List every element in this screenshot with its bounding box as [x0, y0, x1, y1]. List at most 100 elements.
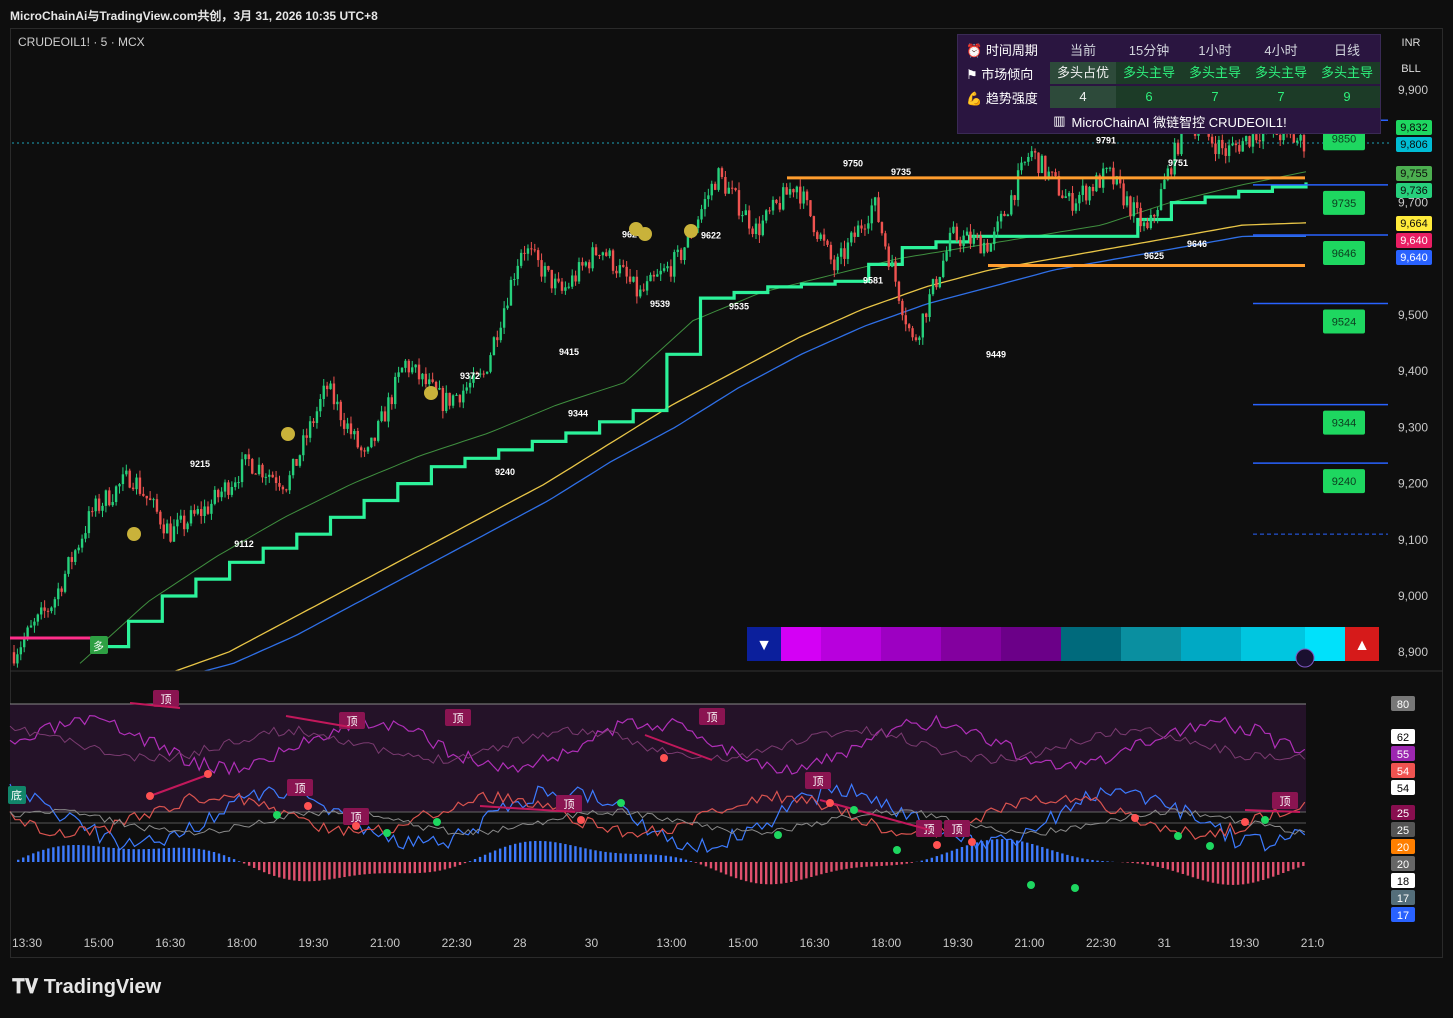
candle-body: [421, 373, 424, 380]
osc-histogram-bar: [920, 860, 924, 862]
candle-body: [240, 459, 244, 483]
header-current: 当前: [1069, 42, 1096, 58]
osc-histogram-bar: [1131, 862, 1134, 864]
osc-green-dot: [774, 831, 782, 839]
osc-histogram-bar: [142, 849, 145, 862]
osc-histogram-bar: [759, 862, 763, 884]
osc-histogram-bar: [237, 861, 241, 862]
candle-body: [887, 246, 890, 267]
osc-scale-badge-label: 20: [1397, 842, 1409, 854]
candle-body: [1227, 145, 1231, 156]
price-chart[interactable]: 8,9009,0009,1009,2009,3009,4009,5009,600…: [0, 0, 1453, 958]
swing-label: 9535: [729, 301, 749, 311]
candle-body: [1149, 214, 1153, 229]
osc-green-dot: [1261, 816, 1269, 824]
osc-histogram-bar: [519, 842, 522, 862]
osc-histogram-bar: [990, 839, 994, 862]
candle-body: [182, 515, 186, 530]
top-marker-label: 顶: [952, 823, 963, 836]
x-tick-label: 18:00: [871, 936, 901, 950]
candle-body: [431, 379, 434, 382]
price-badge-label: 9,640: [1400, 252, 1428, 264]
osc-green-dot: [1206, 842, 1214, 850]
top-marker-label: 顶: [813, 775, 824, 788]
osc-histogram-bar: [137, 849, 140, 862]
osc-histogram-bar: [875, 862, 878, 867]
candle-body: [727, 187, 730, 194]
candle-body: [336, 401, 339, 405]
osc-histogram-bar: [805, 862, 808, 879]
candle-body: [302, 435, 305, 456]
osc-histogram-bar: [820, 862, 823, 875]
candle-body: [1142, 222, 1146, 227]
osc-histogram-bar: [649, 854, 652, 862]
osc-red-dot: [826, 799, 834, 807]
candle-body: [673, 252, 676, 277]
osc-histogram-bar: [488, 852, 492, 862]
candle-body: [747, 210, 751, 229]
osc-histogram-bar: [594, 850, 597, 862]
osc-histogram-bar: [313, 862, 316, 882]
osc-histogram-bar: [62, 845, 65, 862]
footer-bar: [0, 958, 1453, 1018]
y-tick-label: 9,400: [1398, 364, 1428, 378]
candle-body: [581, 262, 584, 266]
candle-body: [1125, 196, 1129, 206]
y-tick-label: 9,200: [1398, 477, 1428, 491]
candle-body: [380, 411, 383, 422]
candle-body: [993, 231, 996, 244]
osc-histogram-bar: [604, 851, 607, 862]
candle-body: [370, 437, 373, 448]
candle-body: [325, 385, 329, 390]
x-tick-label: 16:30: [155, 936, 185, 950]
osc-histogram-bar: [765, 862, 768, 885]
header-4h: 4小时: [1264, 42, 1298, 58]
candle-body: [60, 588, 63, 592]
candle-body: [870, 205, 873, 224]
candle-body: [795, 186, 799, 193]
candle-body: [438, 387, 441, 390]
candle-body: [172, 526, 176, 542]
osc-histogram-bar: [162, 848, 165, 862]
level-button-label: 9850: [1332, 133, 1356, 145]
swing-label: 9625: [1144, 251, 1164, 261]
unit-label[interactable]: BLL: [1391, 62, 1431, 77]
candle-body: [1221, 139, 1224, 149]
candle-body: [1170, 168, 1173, 175]
tradingview-logo[interactable]: 𝐓𝐕 TradingView: [12, 976, 161, 999]
candle-body: [707, 195, 710, 200]
candle-body: [165, 523, 169, 534]
candle-body: [635, 276, 639, 297]
swing-label: 9449: [986, 350, 1006, 360]
candle-body: [901, 300, 904, 316]
candle-body: [571, 275, 574, 287]
osc-histogram-bar: [278, 862, 281, 878]
osc-histogram-bar: [1041, 847, 1044, 862]
candle-body: [1037, 152, 1040, 174]
osc-histogram-bar: [654, 854, 657, 862]
candle-body: [499, 327, 502, 341]
candle-body: [91, 511, 94, 513]
candle-body: [720, 168, 724, 177]
currency-label[interactable]: INR: [1391, 36, 1431, 51]
price-badge-label: 9,736: [1400, 185, 1428, 197]
candle-body: [863, 228, 867, 230]
candle-body: [363, 450, 366, 452]
candle-body: [703, 199, 707, 210]
candle-body: [761, 220, 765, 236]
candle-body: [856, 225, 860, 237]
price-badge-label: 9,806: [1400, 139, 1428, 151]
osc-histogram-bar: [775, 862, 778, 885]
candle-body: [890, 261, 894, 267]
candle-body: [700, 209, 703, 220]
osc-histogram-bar: [634, 853, 637, 862]
candle-body: [288, 475, 291, 491]
candle-body: [1044, 155, 1047, 178]
candle-body: [1231, 143, 1234, 146]
candle-body: [1176, 142, 1180, 155]
candle-body: [938, 277, 942, 288]
candle-body: [1139, 207, 1142, 227]
candle-body: [148, 498, 152, 501]
candle-body: [639, 289, 642, 297]
osc-histogram-bar: [353, 862, 356, 876]
